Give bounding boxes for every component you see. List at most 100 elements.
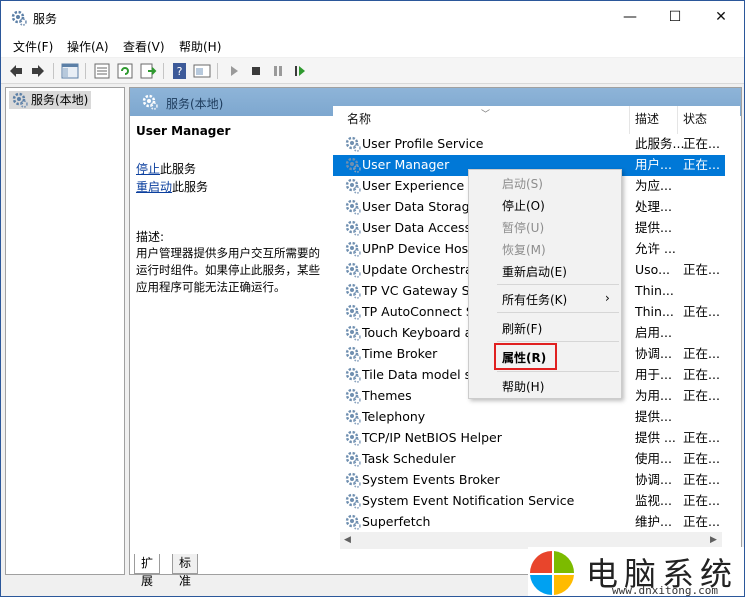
service-description: 处理...	[635, 199, 672, 214]
service-gear-icon	[345, 220, 361, 236]
refresh-icon[interactable]	[116, 62, 134, 80]
service-description: 为用...	[635, 388, 672, 403]
service-status: 正在...	[683, 451, 720, 466]
service-gear-icon	[345, 346, 361, 362]
minimize-button[interactable]: —	[607, 1, 653, 33]
service-description: 提供...	[635, 220, 672, 235]
ctx-stop[interactable]: 停止(O)	[502, 197, 545, 214]
service-row[interactable]: System Event Notification Service 监视... 正在…	[333, 491, 725, 512]
menu-view[interactable]: 查看(V)	[123, 38, 165, 55]
service-description: 监视...	[635, 493, 672, 508]
stop-service-suffix: 此服务	[160, 162, 197, 176]
window-title: 服务	[33, 12, 58, 26]
restart-service-suffix: 此服务	[172, 180, 209, 194]
scroll-right-icon[interactable]: ▶	[710, 535, 717, 545]
tree-item-label: 服务(本地)	[31, 93, 89, 107]
service-row[interactable]: Task Scheduler 使用... 正在...	[333, 449, 725, 470]
service-row[interactable]: User Profile Service 此服务... 正在...	[333, 134, 725, 155]
scroll-left-icon[interactable]: ◀	[344, 535, 351, 545]
service-row[interactable]: System Events Broker 协调... 正在...	[333, 470, 725, 491]
service-name: TCP/IP NetBIOS Helper	[362, 430, 502, 445]
service-gear-icon	[345, 430, 361, 446]
service-description: 协调...	[635, 346, 672, 361]
content-header-title: 服务(本地)	[166, 97, 224, 111]
watermark: 电脑系统 www.dnxitong.com	[528, 547, 744, 596]
service-name: TP VC Gateway Se	[362, 283, 478, 298]
service-name: System Events Broker	[362, 472, 500, 487]
service-name: User Experience V	[362, 178, 477, 193]
tab-standard[interactable]: 标准	[172, 554, 199, 588]
service-gear-icon	[345, 304, 361, 320]
forward-icon[interactable]	[29, 62, 47, 80]
ctx-help[interactable]: 帮助(H)	[502, 378, 544, 395]
service-status: 正在...	[683, 367, 720, 382]
service-status: 正在...	[683, 493, 720, 508]
service-gear-icon	[345, 262, 361, 278]
service-row[interactable]: Superfetch 维护... 正在...	[333, 512, 725, 533]
toolbar-separator	[85, 63, 86, 79]
service-description: 协调...	[635, 472, 672, 487]
ctx-separator	[497, 341, 619, 342]
restart-icon[interactable]	[291, 62, 309, 80]
menu-file[interactable]: 文件(F)	[13, 38, 53, 55]
menu-bar: 文件(F) 操作(A) 查看(V) 帮助(H)	[1, 35, 744, 57]
ctx-restart[interactable]: 重新启动(E)	[502, 263, 567, 280]
service-name: Time Broker	[362, 346, 438, 361]
ctx-all-tasks[interactable]: 所有任务(K)	[502, 291, 567, 308]
column-header-name[interactable]: 名称	[347, 106, 371, 134]
start-icon[interactable]	[225, 62, 243, 80]
service-name: Telephony	[362, 409, 426, 424]
help-icon[interactable]: ?	[171, 62, 189, 80]
stop-service-link[interactable]: 停止	[136, 162, 160, 176]
ctx-resume: 恢复(M)	[502, 243, 546, 257]
service-name: User Data Access	[362, 220, 472, 235]
column-header-status[interactable]: 状态	[683, 106, 707, 134]
stop-icon[interactable]	[247, 62, 265, 80]
properties-icon[interactable]	[93, 62, 111, 80]
menu-help[interactable]: 帮助(H)	[179, 38, 221, 55]
ctx-refresh[interactable]: 刷新(F)	[502, 320, 542, 337]
column-header-description[interactable]: 描述	[635, 106, 659, 134]
service-row[interactable]: TCP/IP NetBIOS Helper 提供 ... 正在...	[333, 428, 725, 449]
ctx-separator	[497, 371, 619, 372]
service-description: Thin...	[635, 304, 674, 319]
description-label: 描述:	[136, 230, 165, 244]
service-gear-icon	[345, 367, 361, 383]
service-status: 正在...	[683, 388, 720, 403]
column-divider[interactable]	[629, 106, 630, 134]
restart-service-link[interactable]: 重启动	[136, 180, 172, 194]
service-description: 启用...	[635, 325, 672, 340]
show-hide-tree-icon[interactable]	[61, 62, 79, 80]
pause-icon[interactable]	[269, 62, 287, 80]
service-description: 为应...	[635, 178, 672, 193]
service-name: Update Orchestra	[362, 262, 473, 277]
highlight-box	[494, 343, 557, 370]
tab-extended[interactable]: 扩展	[134, 554, 161, 588]
services-window: 服务 — ☐ ✕ 文件(F) 操作(A) 查看(V) 帮助(H) ? 服务(本地…	[0, 0, 745, 597]
service-name: Task Scheduler	[362, 451, 456, 466]
service-status: 正在...	[683, 430, 720, 445]
service-row[interactable]: Telephony 提供...	[333, 407, 725, 428]
service-description: 使用...	[635, 451, 672, 466]
service-name: User Profile Service	[362, 136, 484, 151]
service-name: System Event Notification Service	[362, 493, 575, 508]
console-icon[interactable]	[193, 62, 211, 80]
service-status: 正在...	[683, 346, 720, 361]
service-description: 允许 ...	[635, 241, 676, 256]
service-gear-icon	[345, 157, 361, 173]
service-gear-icon	[345, 199, 361, 215]
service-gear-icon	[345, 241, 361, 257]
service-name: TP AutoConnect S	[362, 304, 474, 319]
service-gear-icon	[345, 136, 361, 152]
close-button[interactable]: ✕	[698, 1, 744, 33]
back-icon[interactable]	[7, 62, 25, 80]
column-divider[interactable]	[677, 106, 678, 134]
tree-item-services-local[interactable]: 服务(本地)	[9, 91, 92, 109]
windows-logo-icon	[530, 551, 575, 596]
service-gear-icon	[345, 472, 361, 488]
maximize-button[interactable]: ☐	[652, 1, 698, 33]
ctx-separator	[497, 284, 619, 285]
stop-service-action: 停止此服务	[136, 160, 196, 177]
export-icon[interactable]	[139, 62, 157, 80]
menu-action[interactable]: 操作(A)	[67, 38, 109, 55]
